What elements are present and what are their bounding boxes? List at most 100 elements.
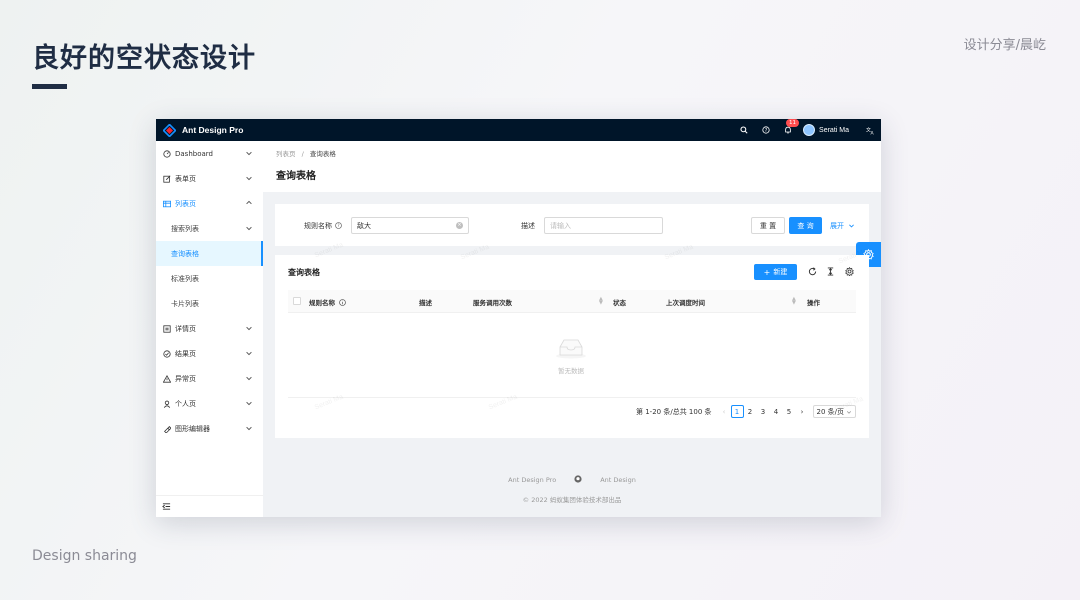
chevron-down-icon: [246, 326, 252, 331]
dashboard-icon: [162, 149, 171, 158]
page-size-select[interactable]: 20 条/页: [812, 405, 857, 418]
user-icon: [162, 399, 171, 408]
sidebar-item-standard-list[interactable]: 标准列表: [156, 266, 263, 291]
sidebar-item-exception[interactable]: 异常页: [156, 366, 263, 391]
chevron-down-icon: [246, 376, 252, 381]
avatar[interactable]: [803, 124, 816, 136]
new-button[interactable]: + 新建: [754, 264, 797, 280]
desc-input[interactable]: 请输入: [544, 217, 663, 234]
plus-icon: +: [763, 267, 771, 277]
table-header: 规则名称 描述 服务调用次数 ▲ ▼ 状态 上次调度时间 ▲ ▼ 操作: [288, 290, 856, 313]
question-icon[interactable]: ?: [755, 119, 777, 141]
translate-icon[interactable]: 文A: [859, 119, 881, 141]
page-button[interactable]: 1: [730, 405, 744, 418]
sidebar-item-form[interactable]: 表单页: [156, 166, 263, 191]
sidebar-item-label: 个人页: [175, 399, 196, 408]
sidebar-item-label: 标准列表: [171, 274, 199, 283]
question-circle-icon[interactable]: ?: [335, 222, 343, 229]
svg-text:A: A: [870, 130, 874, 134]
reload-icon[interactable]: [807, 266, 817, 276]
bell-icon[interactable]: 11: [777, 119, 800, 141]
setting-icon[interactable]: [844, 266, 854, 276]
column-header[interactable]: 服务调用次数: [473, 297, 512, 307]
sidebar-item-profile[interactable]: 详情页: [156, 316, 263, 341]
warning-icon: [162, 374, 171, 383]
rule-name-label: 规则名称 ?: [304, 221, 343, 231]
chevron-down-icon: [246, 176, 252, 181]
menu-fold-icon: [162, 503, 171, 510]
user-name[interactable]: Serati Ma: [819, 127, 849, 134]
rule-name-value: 敌大: [357, 221, 371, 230]
column-header[interactable]: 状态: [613, 297, 626, 307]
profile-icon: [162, 324, 171, 333]
slide-title: 良好的空状态设计: [32, 43, 256, 74]
slide-footer: Design sharing: [32, 548, 137, 564]
sidebar-item-label: 搜索列表: [171, 224, 199, 233]
column-header[interactable]: 规则名称: [309, 297, 347, 307]
header-actions: ? 11 Serati Ma 文A: [733, 119, 881, 141]
rule-name-label-text: 规则名称: [304, 222, 332, 230]
sidebar-item-list[interactable]: 列表页: [156, 191, 263, 216]
app-name[interactable]: Ant Design Pro: [182, 125, 243, 135]
footer-link-ant-design-pro[interactable]: Ant Design Pro: [508, 476, 556, 484]
page-button[interactable]: 4: [770, 405, 783, 418]
title-underline: [32, 84, 67, 89]
page-button[interactable]: 3: [757, 405, 770, 418]
sidebar-item-account[interactable]: 个人页: [156, 391, 263, 416]
rule-name-input[interactable]: 敌大 ×: [351, 217, 469, 234]
sidebar-item-editor[interactable]: 图形编辑器: [156, 416, 263, 441]
breadcrumb-parent[interactable]: 列表页: [276, 150, 296, 158]
next-page-button[interactable]: ›: [796, 405, 809, 418]
column-height-icon[interactable]: [825, 266, 835, 276]
sidebar: Dashboard 表单页 列表页 搜索列表 查询表格 标准列表 卡片列表 详情…: [156, 141, 263, 517]
github-icon[interactable]: [574, 475, 582, 485]
sidebar-item-label: 查询表格: [171, 249, 199, 258]
table-divider: [288, 397, 856, 398]
query-button[interactable]: 查 询: [789, 217, 822, 234]
page-button[interactable]: 5: [783, 405, 796, 418]
copyright: © 2022 蚂蚁集团体验技术部出品: [263, 494, 881, 504]
chevron-down-icon: [246, 401, 252, 406]
new-button-label: 新建: [773, 268, 788, 276]
sidebar-item-query-table[interactable]: 查询表格: [156, 241, 263, 266]
table-card: 查询表格 + 新建 规则名称 描述 服务调用次数 ▲ ▼ 状态 上次调度时间 ▲ ▼…: [275, 255, 869, 438]
page-button[interactable]: 2: [744, 405, 757, 418]
chevron-down-icon: [246, 226, 252, 231]
sidebar-item-dashboard[interactable]: Dashboard: [156, 141, 263, 166]
table-title: 查询表格: [288, 268, 320, 277]
menu-collapse-button[interactable]: [156, 495, 263, 517]
clear-icon[interactable]: ×: [456, 222, 463, 229]
prev-page-button[interactable]: ‹: [718, 405, 731, 418]
reset-button[interactable]: 重 置: [751, 217, 785, 234]
select-all-checkbox[interactable]: [293, 297, 301, 305]
column-header[interactable]: 上次调度时间: [666, 297, 705, 307]
sort-icon[interactable]: ▲ ▼: [599, 297, 603, 306]
column-header[interactable]: 描述: [419, 297, 432, 307]
page-header: 列表页 / 查询表格 查询表格: [263, 141, 881, 192]
sidebar-item-search-list[interactable]: 搜索列表: [156, 216, 263, 241]
check-circle-icon: [162, 349, 171, 358]
breadcrumb-separator: /: [301, 150, 304, 158]
notification-badge: 11: [786, 119, 800, 127]
page-title: 查询表格: [276, 171, 316, 182]
footer-link-ant-design[interactable]: Ant Design: [600, 476, 636, 484]
form-icon: [162, 174, 171, 183]
sidebar-item-label: 结果页: [175, 349, 196, 358]
search-form: 规则名称 ? 敌大 × 描述 请输入 重 置 查 询 展开: [275, 204, 869, 246]
column-title: 规则名称: [309, 299, 335, 307]
sort-icon[interactable]: ▲ ▼: [792, 297, 796, 306]
expand-link[interactable]: 展开: [830, 221, 855, 231]
pagination: 第 1-20 条/总共 100 条 ‹ 1 2 3 4 5 › 20 条/页: [636, 405, 857, 418]
sidebar-item-result[interactable]: 结果页: [156, 341, 263, 366]
sidebar-item-card-list[interactable]: 卡片列表: [156, 291, 263, 316]
copyright-text: 2022 蚂蚁集团体验技术部出品: [531, 496, 622, 504]
ant-logo-icon[interactable]: [163, 123, 176, 137]
sidebar-item-label: 卡片列表: [171, 299, 199, 308]
empty-state: 暂无数据: [551, 337, 591, 375]
chevron-down-icon: [246, 426, 252, 431]
column-header[interactable]: 操作: [807, 297, 820, 307]
sidebar-item-label: Dashboard: [175, 149, 213, 158]
chevron-down-icon: [246, 151, 252, 156]
chevron-down-icon: [846, 410, 852, 414]
search-icon[interactable]: [733, 119, 755, 141]
